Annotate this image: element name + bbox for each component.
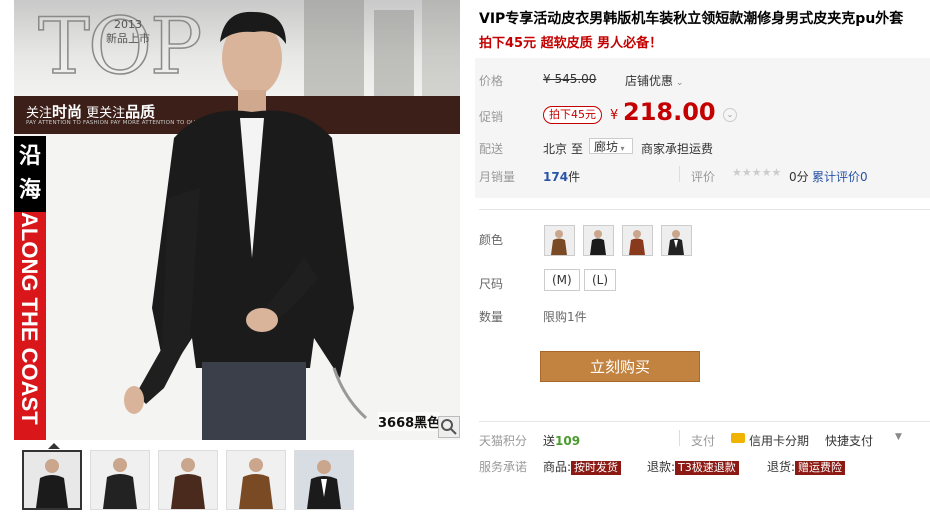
thumbnail-strip xyxy=(14,443,460,516)
product-subtitle: 拍下45元 超软皮质 男人必备！ xyxy=(479,36,663,51)
product-title: VIP专享活动皮衣男韩版机车装秋立领短款潮修身男式皮夹克pu外套 xyxy=(479,11,904,27)
service-return: 退货: 赠运费险 xyxy=(767,458,846,475)
destination-city: 廊坊 xyxy=(594,140,619,154)
service-refund: 退款: T3极速退款 xyxy=(647,458,739,475)
building-shape xyxy=(422,0,460,96)
brand-en-box: ALONG THE COAST xyxy=(14,212,46,440)
promo-label: 促销 xyxy=(479,110,504,124)
thumbnail-2[interactable] xyxy=(90,450,150,510)
sales-count: 174 xyxy=(543,170,569,184)
thumbnail-4[interactable] xyxy=(226,450,286,510)
sales-count-group: 174件 xyxy=(543,168,580,185)
divider xyxy=(679,166,680,182)
promo-price: 218.00 xyxy=(623,98,716,126)
color-swatch-4[interactable] xyxy=(661,225,692,256)
to-text: 至 xyxy=(571,142,584,156)
refund-label: 退款: xyxy=(647,460,676,474)
rating-stars-icon: ★★★★★ xyxy=(732,166,782,179)
points-value: 109 xyxy=(555,434,581,448)
shop-discount-dropdown[interactable]: 店铺优惠 ⌄ xyxy=(625,72,683,89)
color-swatch-1[interactable] xyxy=(544,225,575,256)
size-label: 尺码 xyxy=(479,277,504,291)
quick-pay[interactable]: 快捷支付 xyxy=(825,432,873,449)
caret-down-icon: ▾ xyxy=(618,144,625,153)
divider xyxy=(479,421,930,422)
credit-card-icon xyxy=(731,433,745,443)
chevron-down-icon: ⌄ xyxy=(673,78,684,88)
credit-installment[interactable]: 信用卡分期 xyxy=(749,432,809,449)
thumbnail-5[interactable] xyxy=(294,450,354,510)
refund-tag[interactable]: T3极速退款 xyxy=(675,461,739,475)
sku-label: 3668黑色 xyxy=(378,412,441,431)
points-text: 送 xyxy=(543,434,556,448)
color-swatch-2[interactable] xyxy=(583,225,614,256)
points-label: 天猫积分 xyxy=(479,434,528,448)
slogan-part: 时尚 xyxy=(52,103,83,121)
payment-label: 支付 xyxy=(691,434,716,448)
goods-label: 商品: xyxy=(543,460,572,474)
rating-score: 0分 xyxy=(789,170,809,184)
buy-now-button[interactable]: 立刻购买 xyxy=(540,351,700,382)
destination-select[interactable]: 廊坊 ▾ xyxy=(589,138,633,154)
promo-tag: 拍下45元 xyxy=(543,106,602,124)
color-label: 颜色 xyxy=(479,233,504,247)
shop-discount-text: 店铺优惠 xyxy=(625,74,674,88)
service-goods: 商品: 按时发货 xyxy=(543,458,622,475)
sales-label: 月销量 xyxy=(479,170,516,184)
reviews-count: 0 xyxy=(860,170,868,184)
divider xyxy=(679,430,680,446)
model-photo xyxy=(124,11,368,440)
quantity-label: 数量 xyxy=(479,310,504,324)
divider xyxy=(479,209,930,210)
return-label: 退货: xyxy=(767,460,796,474)
from-city: 北京 xyxy=(543,142,568,156)
size-option-l[interactable]: (L) xyxy=(584,269,617,291)
reviews-link[interactable]: 累计评价0 xyxy=(812,168,868,185)
thumbnail-3[interactable] xyxy=(158,450,218,510)
currency-symbol: ¥ xyxy=(610,108,619,123)
rating-label: 评价 xyxy=(691,170,716,184)
quantity-limit: 限购1件 xyxy=(543,310,587,324)
reviews-text: 累计评价 xyxy=(812,170,861,184)
shipping-note: 商家承担运费 xyxy=(641,142,714,156)
size-option-m[interactable]: (M) xyxy=(544,269,580,291)
return-tag[interactable]: 赠运费险 xyxy=(795,461,846,475)
brand-vertical: 沿海 ALONG THE COAST xyxy=(14,136,46,440)
delivery-label: 配送 xyxy=(479,142,504,156)
price-label: 价格 xyxy=(479,74,504,88)
color-swatch-3[interactable] xyxy=(622,225,653,256)
thumbnail-1[interactable] xyxy=(22,450,82,510)
brand-en: ALONG THE COAST xyxy=(17,212,42,425)
slogan-part: 关注 xyxy=(26,106,53,121)
chevron-down-icon[interactable]: ⌄ xyxy=(723,108,737,122)
service-label: 服务承诺 xyxy=(479,460,528,474)
active-thumbnail-pointer xyxy=(48,443,60,449)
original-price: ¥ 545.00 xyxy=(543,72,597,86)
sales-unit: 件 xyxy=(568,170,581,184)
main-product-image[interactable]: TOP 2013 新品上市 关注时尚 更关注品质 PAY ATTENTION T… xyxy=(14,0,460,440)
points-group: 送109 xyxy=(543,432,580,449)
brand-cn: 沿海 xyxy=(14,136,46,212)
zoom-icon[interactable] xyxy=(438,416,460,438)
goods-tag[interactable]: 按时发货 xyxy=(571,461,622,475)
caret-down-icon[interactable]: ▼ xyxy=(895,432,902,442)
